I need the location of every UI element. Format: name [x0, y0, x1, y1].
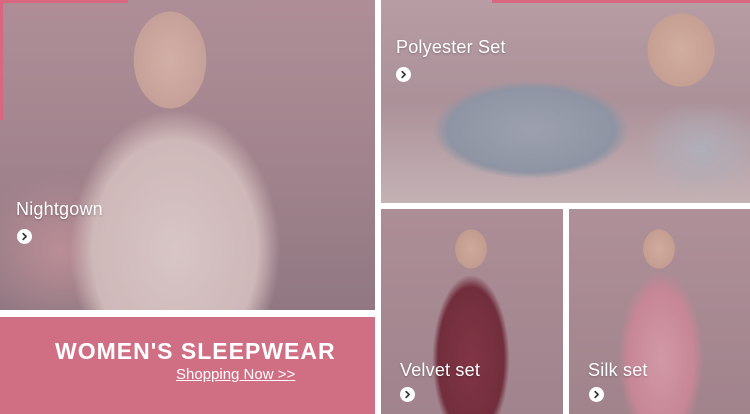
banner-title: WOMEN'S SLEEPWEAR: [55, 338, 336, 364]
tile-label-silk-set: Silk set: [588, 360, 648, 380]
photo-overlay: [0, 0, 375, 310]
chevron-right-icon[interactable]: [396, 67, 411, 82]
chevron-right-icon[interactable]: [400, 387, 415, 402]
shopping-now-link[interactable]: Shopping Now >>: [176, 366, 295, 383]
chevron-right-icon[interactable]: [17, 229, 32, 244]
accent-line: [0, 0, 3, 120]
photo-overlay: [381, 209, 563, 414]
category-tile-nightgown[interactable]: Nightgown: [0, 0, 375, 310]
accent-line: [492, 0, 750, 3]
photo-overlay: [569, 209, 750, 414]
tile-label-polyester-set: Polyester Set: [396, 37, 506, 57]
tile-label-velvet-set: Velvet set: [400, 360, 481, 380]
photo-overlay: [381, 0, 750, 203]
chevron-right-icon[interactable]: [589, 387, 604, 402]
category-tile-silk-set[interactable]: Silk set: [569, 209, 750, 414]
accent-line: [0, 0, 128, 3]
category-tile-velvet-set[interactable]: Velvet set: [381, 209, 563, 414]
sleepwear-banner: WOMEN'S SLEEPWEAR Shopping Now >>: [0, 314, 375, 414]
category-tile-polyester-set[interactable]: Polyester Set: [381, 0, 750, 203]
tile-label-nightgown: Nightgown: [16, 199, 103, 219]
